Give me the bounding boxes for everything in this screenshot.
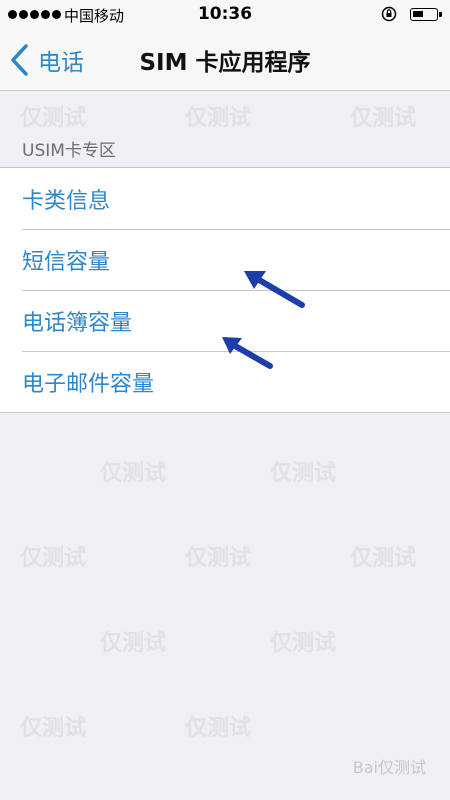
battery-tip: [439, 12, 442, 17]
annotation-arrow-icon: [244, 271, 305, 308]
watermark-text: 仅测试: [185, 716, 252, 741]
rotation-lock-icon: [381, 6, 397, 22]
watermark-text: 仅测试: [270, 461, 337, 486]
watermark-text: 仅测试: [185, 546, 252, 571]
watermark-text: 仅测试: [20, 106, 87, 131]
list-item-card-info[interactable]: 卡类信息: [0, 168, 450, 229]
section-header: USIM卡专区: [22, 141, 116, 161]
watermark-text: 仅测试: [20, 546, 87, 571]
watermark-text: 仅测试: [185, 106, 252, 131]
watermark-text: 仅测试: [20, 716, 87, 741]
status-bar: 中国移动 10:36: [0, 0, 450, 30]
usim-menu-list: 卡类信息 短信容量 电话簿容量 电子邮件容量: [0, 167, 450, 413]
watermark-text: 仅测试: [350, 546, 417, 571]
watermark-text: 仅测试: [100, 631, 167, 656]
brand-watermark: Bai仅测试: [352, 758, 426, 777]
watermark-text: 仅测试: [100, 461, 167, 486]
list-item-sms-capacity[interactable]: 短信容量: [0, 229, 450, 290]
page-title: SIM 卡应用程序: [139, 50, 311, 76]
battery-icon: [410, 8, 438, 21]
watermark-text: 仅测试: [270, 631, 337, 656]
annotation-arrow-icon: [222, 337, 273, 369]
watermark-text: 仅测试: [350, 106, 417, 131]
navigation-bar: 电话 SIM 卡应用程序: [0, 30, 450, 91]
